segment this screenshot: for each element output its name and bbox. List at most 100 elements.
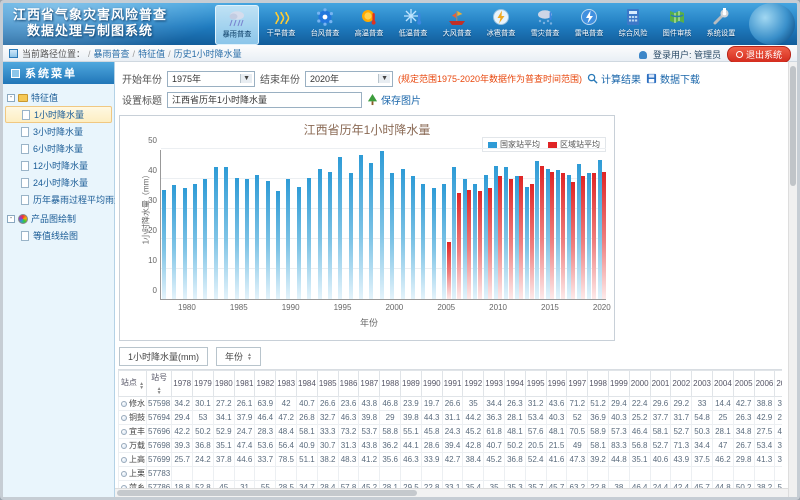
year-header-2003[interactable]: 2003: [692, 371, 713, 397]
station-id-sort-header[interactable]: 站号 ▲▼: [147, 371, 172, 397]
toolbar-item-settings[interactable]: 系统设置: [699, 5, 743, 45]
year-sort-control[interactable]: 年份 ▲▼: [216, 347, 261, 366]
horizontal-scrollbar-thumb[interactable]: [117, 490, 417, 496]
value-cell: 61.8: [484, 425, 505, 439]
year-header-2001[interactable]: 2001: [650, 371, 671, 397]
sidebar-item-24小时降水量[interactable]: 24小时降水量: [5, 174, 112, 191]
value-cell: 37.9: [234, 411, 255, 425]
year-header-1979[interactable]: 1979: [193, 371, 214, 397]
year-header-1980[interactable]: 1980: [213, 371, 234, 397]
year-header-2000[interactable]: 2000: [629, 371, 650, 397]
year-header-1998[interactable]: 1998: [588, 371, 609, 397]
bar-national-1979: [172, 185, 176, 299]
search-icon: [587, 73, 598, 84]
toolbar-item-label: 暴雨普查: [223, 30, 252, 40]
row-radio-icon[interactable]: [121, 415, 127, 421]
sidebar-item-等值线绘图[interactable]: 等值线绘图: [5, 227, 112, 244]
year-header-1987[interactable]: 1987: [359, 371, 380, 397]
year-header-2004[interactable]: 2004: [712, 371, 733, 397]
breadcrumb-separator: /: [88, 49, 91, 59]
toolbar-item-risk-calc[interactable]: 综合风险: [611, 5, 655, 45]
bar-regional-2016: [561, 173, 565, 299]
end-year-select[interactable]: 2020年 ▼: [305, 71, 393, 87]
toolbar-item-lightning[interactable]: 雷电普查: [567, 5, 611, 45]
year-header-2005[interactable]: 2005: [733, 371, 754, 397]
value-cell: 49: [567, 439, 588, 453]
table-row-57598[interactable]: 修水5759834.230.127.226.163.94240.726.623.…: [119, 397, 783, 411]
year-header-2007[interactable]: 2007: [775, 371, 782, 397]
calculate-button[interactable]: 计算结果: [587, 71, 641, 86]
year-header-1992[interactable]: 1992: [463, 371, 484, 397]
sidebar-item-6小时降水量[interactable]: 6小时降水量: [5, 140, 112, 157]
toolbar-item-hail[interactable]: 冰雹普查: [479, 5, 523, 45]
sidebar-item-1小时降水量[interactable]: 1小时降水量: [5, 106, 112, 123]
table-row-57698[interactable]: 万载5769839.336.835.147.453.656.440.930.73…: [119, 439, 783, 453]
logout-button[interactable]: 退出系统: [727, 46, 791, 63]
value-cell: 39.8: [401, 411, 422, 425]
year-header-1999[interactable]: 1999: [608, 371, 629, 397]
table-row-57696[interactable]: 宜丰5769642.250.252.924.728.348.458.133.37…: [119, 425, 783, 439]
toolbar-item-typhoon[interactable]: 台风普查: [303, 5, 347, 45]
year-header-2006[interactable]: 2006: [754, 371, 775, 397]
vertical-scrollbar-thumb[interactable]: [790, 66, 796, 186]
row-radio-icon[interactable]: [121, 401, 127, 407]
breadcrumb-link[interactable]: 特征值: [138, 49, 165, 59]
year-header-1989[interactable]: 1989: [401, 371, 422, 397]
toolbar-item-high-temp[interactable]: 高温普查: [347, 5, 391, 45]
year-header-1984[interactable]: 1984: [297, 371, 318, 397]
expander-icon[interactable]: -: [7, 94, 15, 102]
save-disk-icon: [646, 73, 657, 84]
year-header-2002[interactable]: 2002: [671, 371, 692, 397]
toolbar-item-rainstorm[interactable]: 暴雨普查: [215, 5, 259, 45]
download-button[interactable]: 数据下载: [646, 71, 700, 86]
station-sort-header[interactable]: 站点 ▲▼: [119, 371, 147, 397]
year-header-1983[interactable]: 1983: [276, 371, 297, 397]
year-header-1991[interactable]: 1991: [442, 371, 463, 397]
sidebar-item-12小时降水量[interactable]: 12小时降水量: [5, 157, 112, 174]
year-header-1988[interactable]: 1988: [380, 371, 401, 397]
risk-calc-icon: [621, 6, 645, 28]
row-radio-icon[interactable]: [121, 457, 127, 463]
start-year-select[interactable]: 1975年 ▼: [167, 71, 255, 87]
tree-group-header[interactable]: -特征值: [5, 89, 112, 106]
sidebar-title: 系统菜单: [3, 62, 114, 84]
value-cell: 29: [380, 411, 401, 425]
row-radio-icon[interactable]: [121, 443, 127, 449]
value-cell: 42.7: [442, 453, 463, 467]
sidebar-item-历年暴雨过程平均雨量[interactable]: 历年暴雨过程平均雨量: [5, 191, 112, 208]
year-header-1982[interactable]: 1982: [255, 371, 276, 397]
year-header-1995[interactable]: 1995: [525, 371, 546, 397]
toolbar-item-drought[interactable]: 干旱普查: [259, 5, 303, 45]
year-header-1997[interactable]: 1997: [567, 371, 588, 397]
toolbar-item-low-temp[interactable]: 低温普查: [391, 5, 435, 45]
toolbar-item-map-review[interactable]: 图件审核: [655, 5, 699, 45]
year-header-1978[interactable]: 1978: [172, 371, 193, 397]
user-bar: 登录用户: 管理员 退出系统: [639, 46, 791, 63]
year-header-1981[interactable]: 1981: [234, 371, 255, 397]
year-header-1985[interactable]: 1985: [317, 371, 338, 397]
table-row-57783[interactable]: 上栗57783: [119, 467, 783, 481]
breadcrumb: /暴雨普查/特征值/历史1小时降水量: [85, 47, 242, 60]
tree-group-header[interactable]: -产品图绘制: [5, 210, 112, 227]
table-row-57699[interactable]: 上高5769925.724.237.844.633.778.551.138.24…: [119, 453, 783, 467]
save-image-button[interactable]: 保存图片: [367, 92, 421, 107]
breadcrumb-link[interactable]: 历史1小时降水量: [174, 49, 242, 59]
sidebar-item-3小时降水量[interactable]: 3小时降水量: [5, 123, 112, 140]
year-header-1990[interactable]: 1990: [421, 371, 442, 397]
value-cell: 35: [463, 397, 484, 411]
year-header-1994[interactable]: 1994: [505, 371, 526, 397]
year-header-1993[interactable]: 1993: [484, 371, 505, 397]
expander-icon[interactable]: -: [7, 215, 15, 223]
toolbar-item-snow[interactable]: 雪灾普查: [523, 5, 567, 45]
table-row-57694[interactable]: 铜鼓5769429.45334.137.946.447.226.832.746.…: [119, 411, 783, 425]
breadcrumb-link[interactable]: 暴雨普查: [94, 49, 130, 59]
vertical-scrollbar[interactable]: [788, 62, 797, 497]
year-header-1996[interactable]: 1996: [546, 371, 567, 397]
chart-title-input[interactable]: [167, 92, 362, 108]
row-radio-icon[interactable]: [121, 471, 127, 477]
horizontal-scrollbar[interactable]: [115, 488, 788, 497]
toolbar-item-gale[interactable]: 大风普查: [435, 5, 479, 45]
row-radio-icon[interactable]: [121, 429, 127, 435]
year-header-1986[interactable]: 1986: [338, 371, 359, 397]
value-cell: 39.3: [172, 439, 193, 453]
